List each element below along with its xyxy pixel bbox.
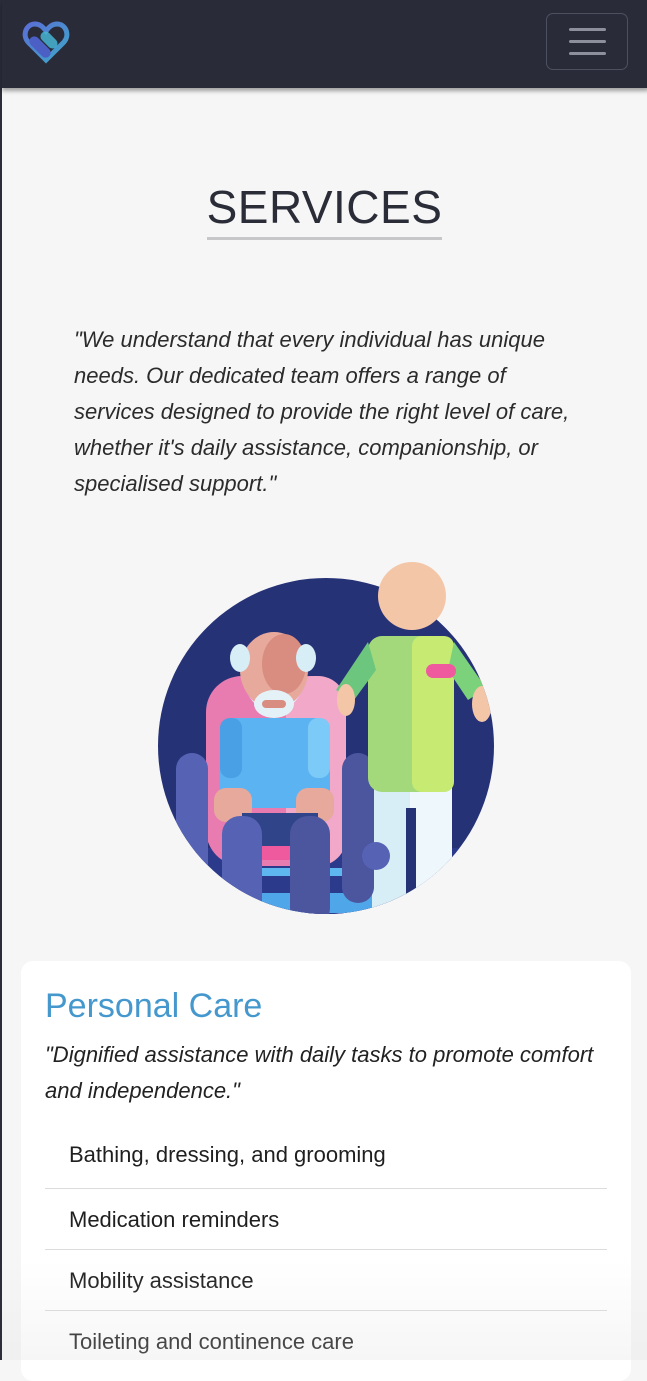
heart-logo-icon[interactable] [22, 18, 70, 66]
hamburger-menu-icon-line [568, 52, 606, 55]
hamburger-menu-icon-line [568, 28, 606, 31]
menu-toggle-button[interactable] [546, 13, 628, 70]
hamburger-menu-icon-line [568, 40, 606, 43]
service-list: Bathing, dressing, and grooming Medicati… [45, 1144, 607, 1372]
page-title: SERVICES [206, 182, 443, 240]
list-item: Medication reminders [45, 1189, 607, 1250]
service-tagline: "Dignified assistance with daily tasks t… [45, 1042, 594, 1103]
caregiver-with-elderly-person-illustration [156, 558, 496, 918]
intro-quote: "We understand that every individual has… [74, 327, 570, 496]
list-item: Mobility assistance [45, 1250, 607, 1311]
list-item: Bathing, dressing, and grooming [45, 1144, 607, 1189]
navbar [2, 0, 647, 88]
service-title: Personal Care [45, 987, 263, 1025]
page-title-wrapper: SERVICES [2, 182, 647, 240]
service-card-personal-care: Personal Care "Dignified assistance with… [21, 961, 631, 1381]
list-item: Toileting and continence care [69, 1329, 354, 1354]
